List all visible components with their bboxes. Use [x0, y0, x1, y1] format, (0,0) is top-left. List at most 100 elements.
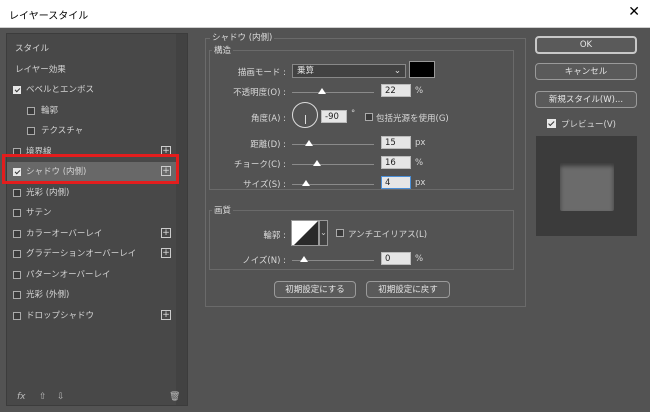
style-item-label: ドロップシャドウ	[26, 310, 95, 321]
style-item-label: レイヤー効果	[15, 64, 66, 75]
style-item-label: ベベルとエンボス	[26, 85, 95, 95]
noise-input[interactable]: 0	[381, 252, 411, 265]
style-list-item[interactable]: 輪郭	[7, 101, 177, 121]
style-checkbox[interactable]	[27, 127, 35, 135]
preview-swatch	[560, 163, 614, 211]
selection-highlight	[2, 154, 179, 184]
style-preview-thumbnail	[536, 136, 637, 236]
restore-default-button[interactable]: 初期設定に戻す	[366, 281, 450, 298]
angle-label: 角度(A) :	[250, 114, 286, 124]
noise-label: ノイズ(N) :	[242, 256, 286, 266]
style-list-item[interactable]: カラーオーバーレイ +	[7, 224, 177, 244]
style-item-label: 光彩 (内側)	[26, 187, 70, 198]
choke-slider[interactable]	[292, 160, 374, 166]
fx-icon[interactable]: fx	[17, 392, 26, 402]
style-checkbox[interactable]	[13, 86, 21, 94]
blend-mode-value: 乗算	[297, 66, 315, 76]
add-instance-icon[interactable]: +	[161, 227, 171, 238]
choke-label: チョーク(C) :	[233, 160, 286, 170]
dialog-actions: OK キャンセル 新規スタイル(W)... プレビュー(V)	[532, 28, 644, 412]
contour-label: 輪郭 :	[263, 231, 286, 241]
noise-slider[interactable]	[292, 256, 374, 262]
angle-dial-needle	[305, 115, 306, 124]
window-title: レイヤースタイル	[9, 11, 89, 22]
distance-label: 距離(D) :	[250, 140, 286, 150]
choke-slider-thumb[interactable]	[313, 160, 322, 166]
checkmark-icon	[547, 119, 555, 126]
style-item-label: 光彩 (外側)	[26, 290, 70, 300]
noise-unit: %	[415, 254, 424, 264]
shadow-color-swatch[interactable]	[409, 61, 435, 78]
style-checkbox[interactable]	[13, 188, 21, 197]
style-list-scrollbar[interactable]	[176, 34, 187, 405]
style-list-item[interactable]: スタイル	[7, 39, 177, 59]
contour-dropdown-icon[interactable]: ⌄	[319, 220, 328, 246]
style-list-item[interactable]: レイヤー効果	[7, 60, 177, 80]
opacity-input[interactable]: 22	[381, 84, 411, 97]
global-light-label: 包括光源を使用(G)	[376, 114, 449, 124]
style-checkbox[interactable]	[13, 209, 21, 217]
ok-button[interactable]: OK	[535, 36, 637, 54]
style-checkbox[interactable]	[13, 291, 21, 299]
contour-curve-icon	[294, 221, 318, 245]
new-style-button[interactable]: 新規スタイル(W)...	[535, 91, 637, 108]
antialias-label: アンチエイリアス(L)	[348, 230, 428, 240]
title-bar: レイヤースタイル ✕	[0, 0, 650, 28]
blend-mode-select[interactable]: 乗算 ⌄	[292, 64, 406, 78]
style-list-item[interactable]: テクスチャ	[7, 121, 177, 141]
style-checkbox[interactable]	[13, 270, 21, 279]
choke-unit: %	[415, 158, 424, 168]
size-input[interactable]: 4	[381, 176, 411, 189]
cancel-button[interactable]: キャンセル	[535, 63, 637, 80]
reset-default-button[interactable]: 初期設定にする	[274, 281, 356, 298]
style-item-label: テクスチャ	[41, 126, 84, 136]
close-icon[interactable]: ✕	[628, 4, 640, 20]
add-instance-icon[interactable]: +	[161, 248, 171, 258]
distance-slider-thumb[interactable]	[304, 140, 313, 146]
distance-slider[interactable]	[292, 140, 374, 146]
style-list-item[interactable]: ドロップシャドウ +	[7, 306, 177, 326]
angle-input[interactable]: -90	[321, 110, 347, 123]
angle-dial[interactable]	[292, 102, 318, 128]
add-instance-icon[interactable]: +	[161, 309, 171, 320]
style-checkbox[interactable]	[13, 229, 21, 238]
style-item-label: スタイル	[15, 44, 50, 54]
style-list-item[interactable]: ベベルとエンボス	[7, 80, 177, 100]
antialias-checkbox[interactable]	[336, 229, 344, 237]
blend-mode-label: 描画モード :	[237, 68, 286, 78]
distance-input[interactable]: 15	[381, 136, 411, 149]
style-item-label: パターンオーバーレイ	[26, 269, 111, 280]
size-label: サイズ(S) :	[243, 180, 286, 190]
inner-shadow-settings: シャドウ (内側) 構造 描画モード : 乗算 ⌄ 不透明度(O) : 22 %…	[200, 28, 526, 412]
style-list-item[interactable]: サテン	[7, 203, 177, 223]
size-slider[interactable]	[292, 180, 374, 186]
move-up-icon[interactable]: ⇧	[39, 392, 47, 402]
opacity-label: 不透明度(O) :	[233, 88, 286, 98]
structure-title: 構造	[212, 44, 234, 56]
style-list-item[interactable]: 光彩 (内側)	[7, 183, 177, 203]
style-list-panel: スタイル レイヤー効果 ベベルとエンボス 輪郭 テクスチャ 境界線 + シャドウ (内側) + 光…	[6, 33, 188, 406]
noise-slider-thumb[interactable]	[300, 256, 308, 262]
size-slider-thumb[interactable]	[301, 180, 310, 186]
angle-unit: °	[351, 109, 356, 119]
style-list-footer: fx ⇧ ⇩ 🗑	[17, 392, 187, 406]
style-list-item[interactable]: パターンオーバーレイ	[7, 265, 177, 285]
style-checkbox[interactable]	[27, 106, 35, 115]
style-item-label: 輪郭	[41, 105, 59, 116]
choke-input[interactable]: 16	[381, 156, 411, 169]
distance-unit: px	[415, 138, 426, 148]
move-down-icon[interactable]: ⇩	[57, 392, 65, 402]
opacity-unit: %	[415, 86, 424, 96]
opacity-slider[interactable]	[292, 88, 374, 94]
style-list-item[interactable]: 光彩 (外側)	[7, 285, 177, 305]
style-list-item[interactable]: グラデーションオーバーレイ +	[7, 244, 177, 264]
style-checkbox[interactable]	[13, 250, 21, 258]
style-item-label: サテン	[26, 208, 52, 218]
trash-icon[interactable]: 🗑	[169, 392, 180, 402]
style-item-label: カラーオーバーレイ	[26, 228, 103, 239]
global-light-checkbox[interactable]	[365, 113, 373, 121]
style-checkbox[interactable]	[13, 311, 21, 320]
preview-checkbox[interactable]	[547, 119, 556, 128]
contour-preview[interactable]	[291, 220, 319, 246]
opacity-slider-thumb[interactable]	[318, 88, 327, 94]
